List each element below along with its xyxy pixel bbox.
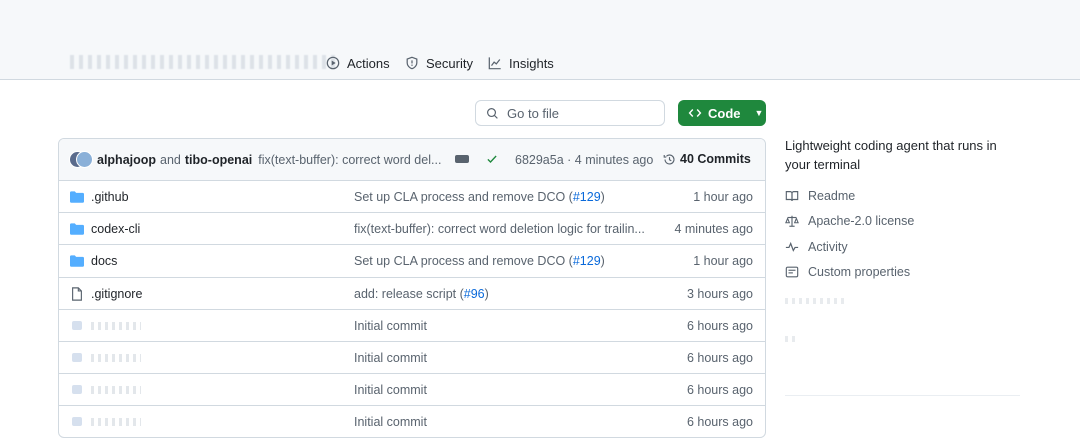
blurred-file-icon xyxy=(72,352,82,362)
blurred-file-name xyxy=(91,353,141,362)
file-list: alphajoop and tibo-openai fix(text-buffe… xyxy=(58,138,766,438)
repo-header: Actions Security Insights xyxy=(0,0,1080,80)
repo-description: Lightweight coding agent that runs in yo… xyxy=(785,138,997,172)
file-name[interactable]: docs xyxy=(91,254,117,268)
file-commit-time: 3 hours ago xyxy=(686,286,753,301)
blurred-file-icon xyxy=(72,385,82,395)
code-icon xyxy=(688,109,702,117)
commits-history-link[interactable]: 40 Commits xyxy=(663,152,751,166)
file-commit-message[interactable]: Set up CLA process and remove DCO (#129) xyxy=(354,190,605,204)
file-commit-message[interactable]: Set up CLA process and remove DCO (#129) xyxy=(354,254,605,268)
about-divider xyxy=(785,395,1020,396)
folder-icon xyxy=(70,255,84,268)
commit-author-1[interactable]: alphajoop xyxy=(97,153,156,167)
file-row[interactable]: docs Set up CLA process and remove DCO (… xyxy=(59,245,765,278)
file-commit-time: 1 hour ago xyxy=(693,254,753,269)
file-commit-message[interactable]: Initial commit xyxy=(354,415,427,429)
search-icon xyxy=(487,107,498,119)
file-icon xyxy=(72,286,82,301)
folder-icon xyxy=(70,223,84,235)
file-row[interactable]: Initial commit 6 hours ago xyxy=(59,342,765,375)
file-commit-message[interactable]: Initial commit xyxy=(354,319,427,333)
tab-insights[interactable]: Insights xyxy=(488,52,554,74)
file-commit-message[interactable]: fix(text-buffer): correct word deletion … xyxy=(354,222,645,236)
file-commit-message[interactable]: add: release script (#96) xyxy=(354,287,489,301)
commit-author-2[interactable]: tibo-openai xyxy=(185,153,252,167)
tab-security[interactable]: Security xyxy=(405,52,473,74)
file-commit-time: 6 hours ago xyxy=(686,350,753,365)
about-activity-label: Activity xyxy=(808,240,848,254)
about-custom-properties-link[interactable]: Custom properties xyxy=(785,263,910,281)
blurred-about-item xyxy=(785,336,795,342)
go-to-file-input[interactable] xyxy=(507,105,657,121)
check-icon[interactable] xyxy=(486,153,498,165)
file-commit-time: 6 hours ago xyxy=(686,415,753,430)
book-icon xyxy=(785,191,799,201)
go-to-file-search[interactable] xyxy=(475,100,665,126)
file-commit-time: 1 hour ago xyxy=(693,190,753,204)
commit-author-connector: and xyxy=(160,152,181,167)
blurred-file-icon xyxy=(72,417,82,427)
pr-link[interactable]: #129 xyxy=(573,254,601,268)
file-name[interactable]: .gitignore xyxy=(91,287,142,301)
commit-hash-time[interactable]: 6829a5a · 4 minutes ago xyxy=(515,153,653,167)
file-commit-time: 6 hours ago xyxy=(686,318,753,333)
about-activity-link[interactable]: Activity xyxy=(785,238,848,256)
about-license-link[interactable]: Apache-2.0 license xyxy=(785,212,914,230)
folder-icon xyxy=(70,191,84,203)
file-row[interactable]: .github Set up CLA process and remove DC… xyxy=(59,181,765,214)
pulse-icon xyxy=(785,241,799,252)
expand-commit-message-button[interactable] xyxy=(455,155,469,163)
tab-actions[interactable]: Actions xyxy=(326,52,390,74)
file-row[interactable]: Initial commit 6 hours ago xyxy=(59,310,765,342)
note-icon xyxy=(785,266,799,278)
code-button[interactable]: Code ▼ xyxy=(678,100,766,126)
pr-link[interactable]: #129 xyxy=(573,190,601,204)
blurred-nav-tabs xyxy=(70,55,338,69)
blurred-file-icon xyxy=(72,320,82,330)
file-commit-time: 4 minutes ago xyxy=(674,222,753,237)
file-commit-message[interactable]: Initial commit xyxy=(354,383,427,397)
latest-commit-bar: alphajoop and tibo-openai fix(text-buffe… xyxy=(59,139,765,181)
blurred-file-name xyxy=(91,321,141,330)
file-commit-time: 6 hours ago xyxy=(686,383,753,398)
file-row[interactable]: codex-cli fix(text-buffer): correct word… xyxy=(59,213,765,246)
file-row[interactable]: Initial commit 6 hours ago xyxy=(59,374,765,407)
avatar xyxy=(76,150,93,168)
tab-actions-label: Actions xyxy=(347,55,390,71)
graph-icon xyxy=(488,57,501,70)
about-license-label: Apache-2.0 license xyxy=(808,214,915,228)
file-name[interactable]: .github xyxy=(91,190,129,204)
about-custom-properties-label: Custom properties xyxy=(808,265,911,279)
about-readme-link[interactable]: Readme xyxy=(785,187,855,205)
shield-icon xyxy=(406,56,418,70)
commit-message[interactable]: fix(text-buffer): correct word del... xyxy=(258,153,441,167)
about-readme-label: Readme xyxy=(808,189,856,203)
blurred-about-item xyxy=(785,298,847,304)
play-circle-icon xyxy=(326,56,340,70)
tab-security-label: Security xyxy=(426,55,473,71)
blurred-file-name xyxy=(91,386,141,395)
author-avatars[interactable] xyxy=(69,150,93,169)
law-icon xyxy=(785,215,799,227)
caret-down-icon: ▼ xyxy=(754,108,764,118)
tab-insights-label: Insights xyxy=(509,55,554,71)
file-row[interactable]: .gitignore add: release script (#96) 3 h… xyxy=(59,278,765,310)
blurred-file-name xyxy=(91,418,141,427)
pr-link[interactable]: #96 xyxy=(464,287,485,301)
code-button-label: Code xyxy=(708,105,741,121)
file-row[interactable]: Initial commit 6 hours ago xyxy=(59,406,765,437)
commits-count-label: 40 Commits xyxy=(680,152,751,166)
file-commit-message[interactable]: Initial commit xyxy=(354,351,427,365)
history-icon xyxy=(663,153,675,165)
file-name[interactable]: codex-cli xyxy=(91,222,140,236)
